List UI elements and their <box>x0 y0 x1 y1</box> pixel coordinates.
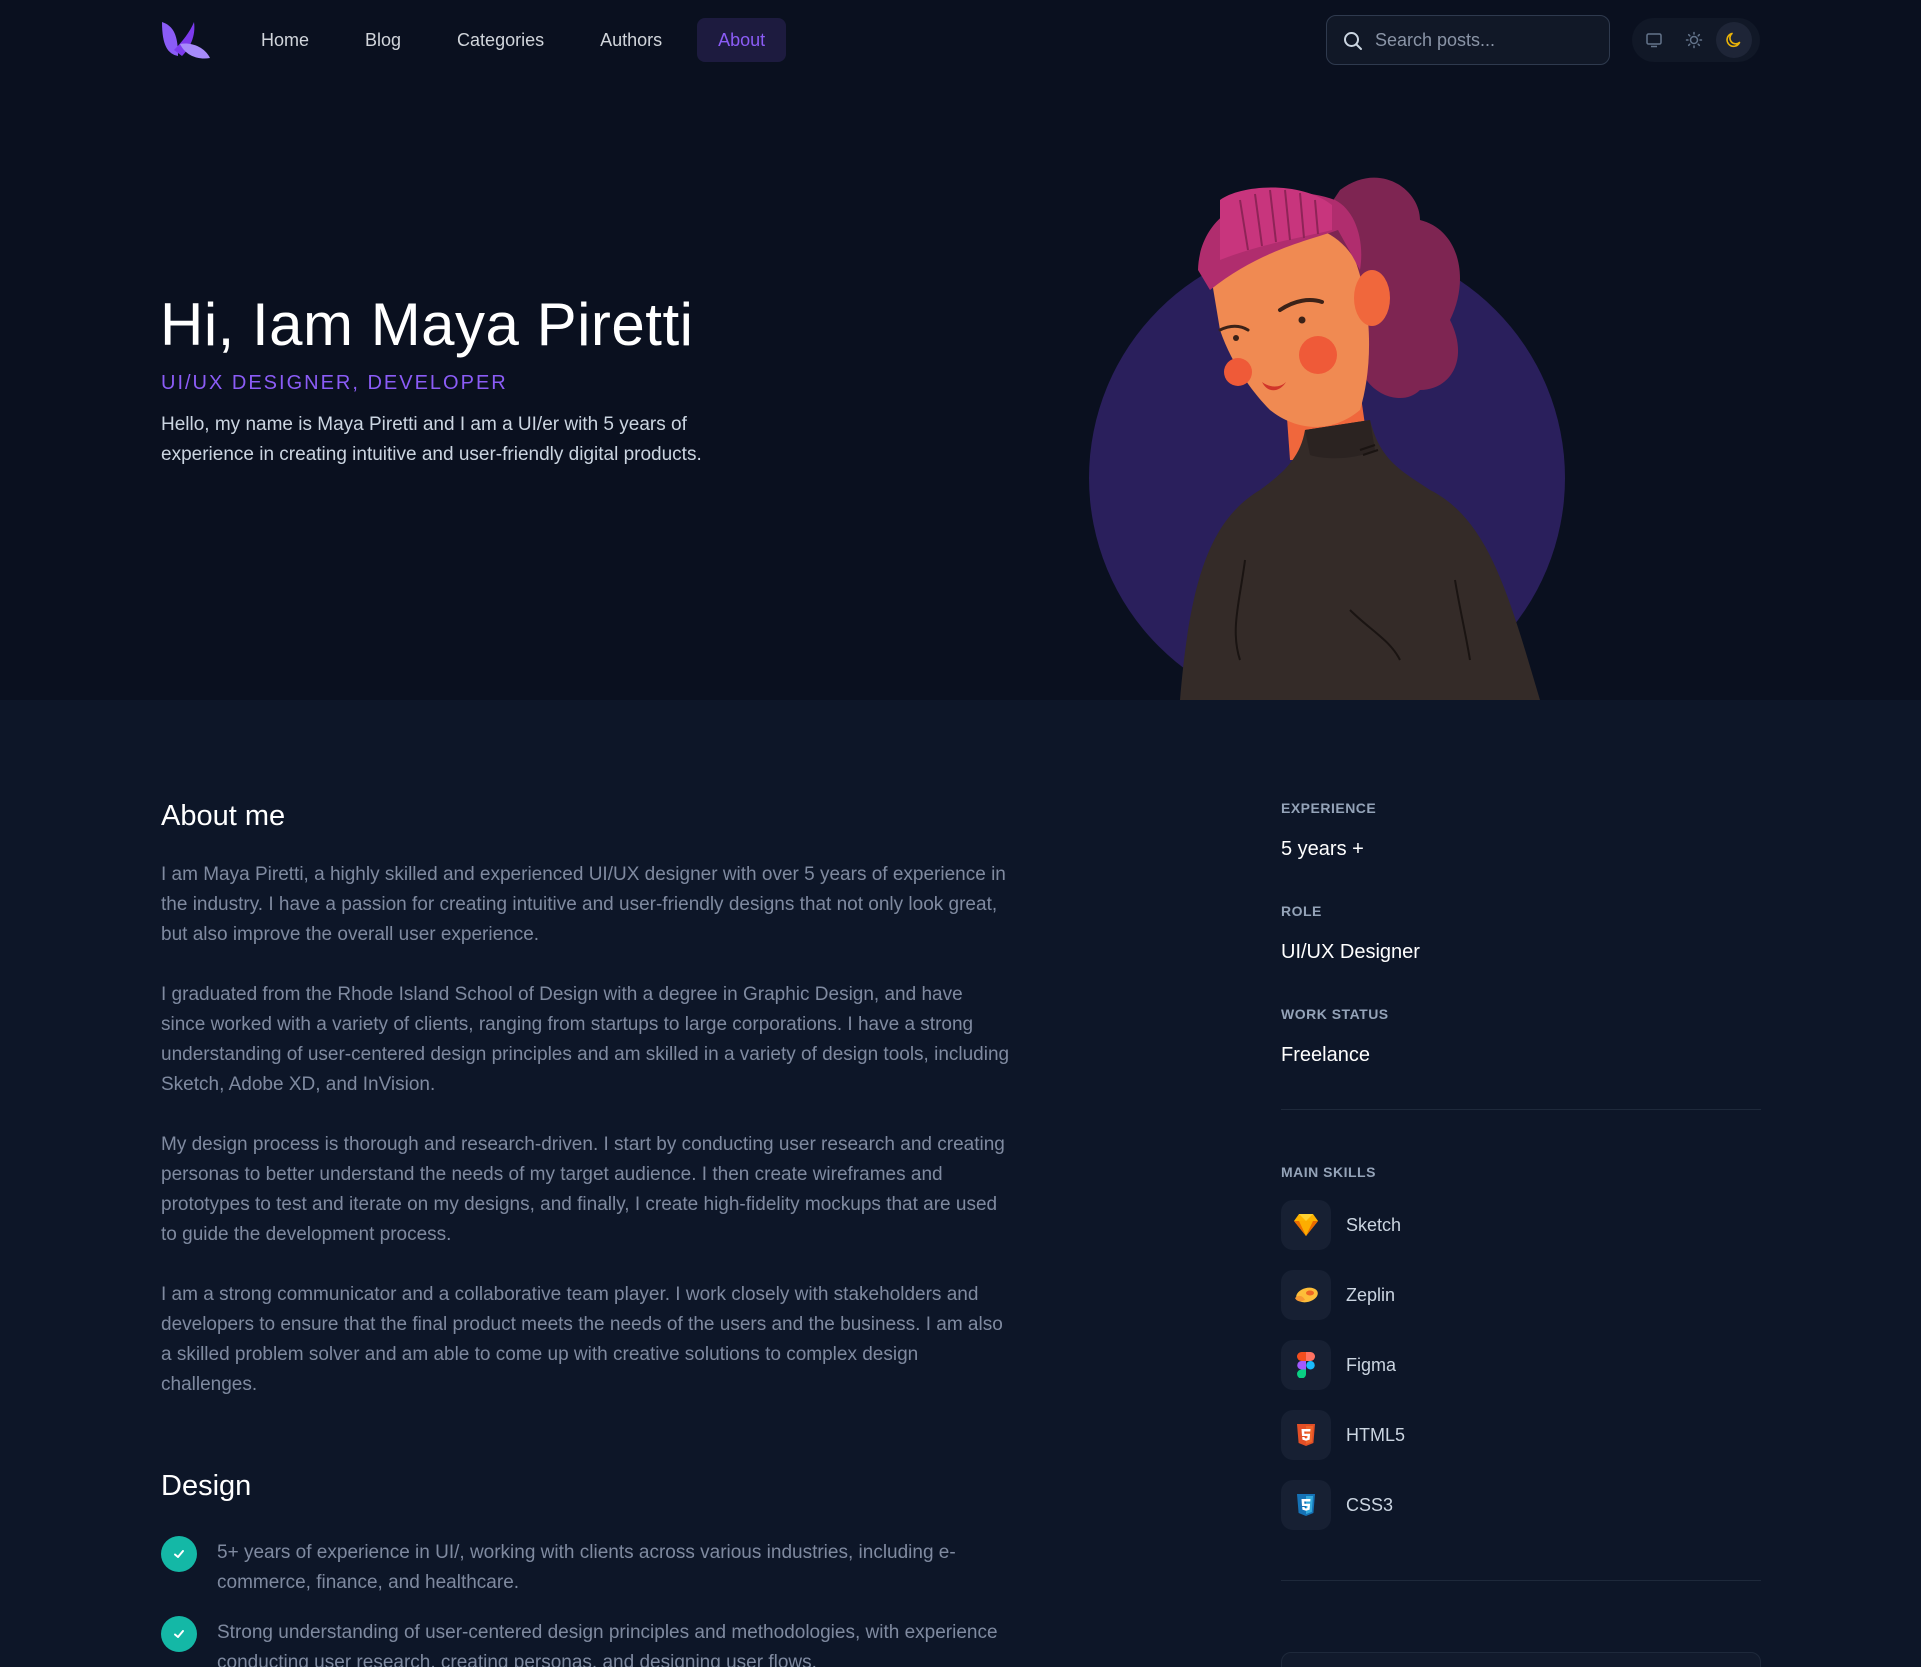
theme-dark-button[interactable] <box>1716 22 1752 58</box>
monitor-icon <box>1646 33 1662 48</box>
skill-item-figma: Figma <box>1281 1340 1761 1390</box>
divider <box>1281 1109 1761 1110</box>
search-box[interactable] <box>1326 15 1610 65</box>
html5-icon <box>1281 1410 1331 1460</box>
role-value: UI/UX Designer <box>1281 941 1420 963</box>
theme-switcher <box>1632 18 1760 62</box>
main-nav: Home Blog Categories Authors About <box>240 18 787 62</box>
zeplin-icon <box>1281 1270 1331 1320</box>
work-status-label: WORK STATUS <box>1281 1006 1389 1022</box>
nav-home[interactable]: Home <box>240 18 330 62</box>
css3-icon <box>1281 1480 1331 1530</box>
nav-authors[interactable]: Authors <box>579 18 683 62</box>
work-status-value: Freelance <box>1281 1044 1370 1066</box>
skill-name: CSS3 <box>1346 1494 1394 1515</box>
moon-icon <box>1726 32 1741 48</box>
profile-sidebar: EXPERIENCE 5 years + ROLE UI/UX Designer… <box>1281 800 1761 1581</box>
divider <box>1281 1580 1761 1581</box>
theme-light-button[interactable] <box>1676 22 1712 58</box>
about-paragraph: My design process is thorough and resear… <box>161 1134 1005 1245</box>
hero-subtitle: UI/UX DESIGNER, DEVELOPER <box>161 372 508 394</box>
list-item-text: Strong understanding of user-centered de… <box>217 1622 998 1667</box>
list-item: Strong understanding of user-centered de… <box>161 1616 1011 1667</box>
search-input[interactable] <box>1375 29 1595 51</box>
skill-name: HTML5 <box>1346 1424 1406 1445</box>
hero-intro: Hello, my name is Maya Piretti and I am … <box>161 414 702 465</box>
skills-label: MAIN SKILLS <box>1281 1164 1376 1180</box>
skill-item-zeplin: Zeplin <box>1281 1270 1761 1320</box>
experience-value: 5 years + <box>1281 838 1364 860</box>
nav-blog[interactable]: Blog <box>344 18 422 62</box>
skill-item-css3: CSS3 <box>1281 1480 1761 1530</box>
about-text: I am Maya Piretti, a highly skilled and … <box>161 860 1011 1430</box>
design-list: 5+ years of experience in UI/, working w… <box>161 1536 1011 1667</box>
figma-icon <box>1281 1340 1331 1390</box>
search-icon <box>1344 32 1362 50</box>
logo-icon[interactable] <box>160 20 212 60</box>
hero-title: Hi, Iam Maya Piretti <box>160 291 694 358</box>
nav-categories[interactable]: Categories <box>436 18 565 62</box>
check-icon <box>161 1616 197 1652</box>
about-paragraph: I am Maya Piretti, a highly skilled and … <box>161 864 1006 945</box>
design-heading: Design <box>161 1470 252 1502</box>
skill-item-sketch: Sketch <box>1281 1200 1761 1250</box>
nav-about[interactable]: About <box>697 18 787 62</box>
sketch-icon <box>1281 1200 1331 1250</box>
list-item-text: 5+ years of experience in UI/, working w… <box>217 1542 956 1593</box>
about-heading: About me <box>161 800 286 832</box>
skill-item-html5: HTML5 <box>1281 1410 1761 1460</box>
sidebar-card <box>1281 1652 1761 1667</box>
list-item: 5+ years of experience in UI/, working w… <box>161 1536 1011 1598</box>
role-label: ROLE <box>1281 903 1322 919</box>
about-paragraph: I am a strong communicator and a collabo… <box>161 1284 1003 1395</box>
about-paragraph: I graduated from the Rhode Island School… <box>161 984 1010 1095</box>
skill-name: Zeplin <box>1346 1284 1396 1305</box>
portrait-illustration <box>1089 177 1565 700</box>
check-icon <box>161 1536 197 1572</box>
top-navbar: Home Blog Categories Authors About <box>0 0 1921 80</box>
sun-icon <box>1685 31 1703 49</box>
experience-label: EXPERIENCE <box>1281 800 1377 816</box>
theme-system-button[interactable] <box>1636 22 1672 58</box>
skill-name: Sketch <box>1346 1214 1402 1235</box>
skill-name: Figma <box>1346 1354 1397 1375</box>
